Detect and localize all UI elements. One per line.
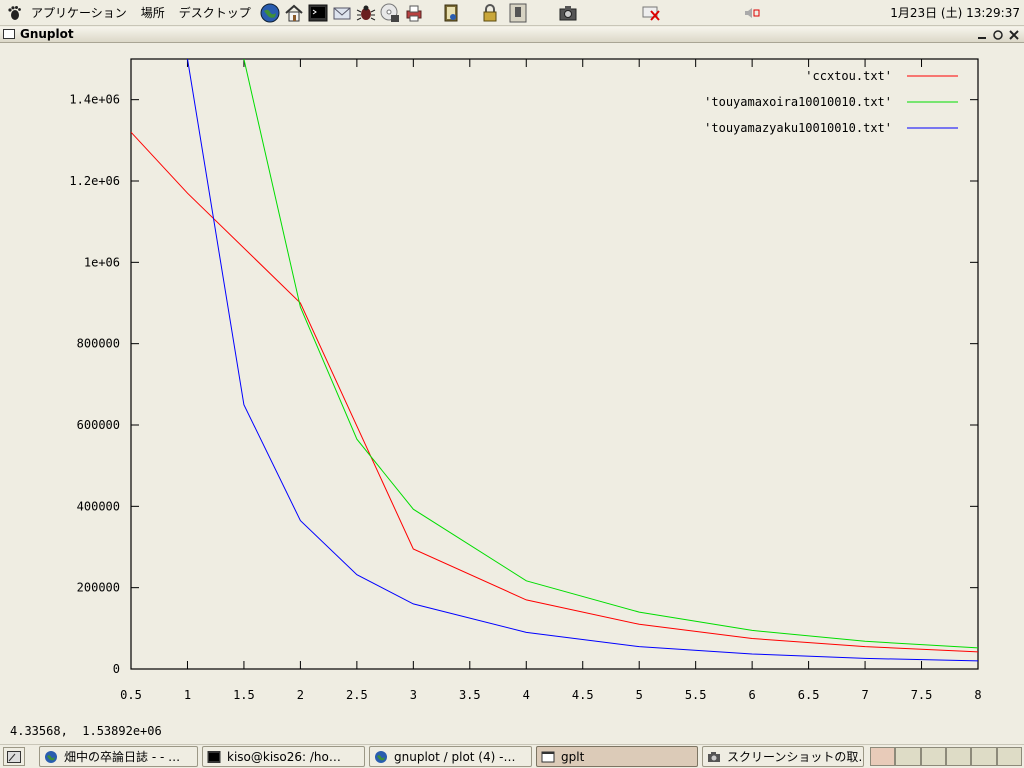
- x-tick-label: 5: [636, 688, 643, 702]
- x-tick-label: 1: [184, 688, 191, 702]
- x-tick-label: 4.5: [572, 688, 594, 702]
- workspace-2[interactable]: [895, 747, 921, 766]
- y-tick-label: 1.2e+06: [69, 174, 120, 188]
- web-browser-icon: [45, 750, 57, 763]
- task-gplt[interactable]: gplt: [536, 746, 698, 767]
- network-applet-icon[interactable]: [641, 3, 661, 23]
- task-browser-diary[interactable]: 畑中の卒論日誌 - - …: [39, 746, 198, 767]
- lock-icon[interactable]: [479, 2, 501, 24]
- window-title-bar[interactable]: Gnuplot: [0, 27, 1024, 43]
- y-tick-label: 1e+06: [84, 255, 120, 269]
- y-tick-label: 1.4e+06: [69, 93, 120, 107]
- plot-border: [130, 58, 979, 670]
- plot-canvas[interactable]: 0.5 1 1.5 2 2.5 3 3.5 4 4.5 5 5.5 6 6.5 7 7.5 8 0 200000 4…: [0, 43, 1024, 743]
- gnome-foot-icon[interactable]: [6, 5, 22, 21]
- gnuplot-chart[interactable]: 0.5 1 1.5 2 2.5 3 3.5 4 4.5 5 5.5 6 6.5 7 7.5 8 0 200000 4…: [0, 43, 1024, 743]
- menu-desktop[interactable]: デスクトップ: [172, 0, 258, 26]
- show-desktop-button[interactable]: [3, 747, 25, 766]
- bottom-taskbar: 畑中の卒論日誌 - - … kiso@kiso26: /ho… gnuplot …: [0, 744, 1024, 768]
- x-tick-label: 7.5: [911, 688, 933, 702]
- x-tick-label: 8: [974, 688, 981, 702]
- series-line-1: [131, 131, 978, 653]
- x-tick-label: 0.5: [120, 688, 142, 702]
- printer-icon[interactable]: [403, 2, 425, 24]
- camera-icon: [708, 751, 720, 762]
- legend-label-1: 'ccxtou.txt': [805, 69, 892, 83]
- clock[interactable]: 1月23日 (土) 13:29:37: [890, 0, 1020, 26]
- camera-applet-icon[interactable]: [558, 3, 578, 23]
- x-tick-label: 3.5: [459, 688, 481, 702]
- x-tick-label: 4: [523, 688, 530, 702]
- x-tick-label: 5.5: [685, 688, 707, 702]
- workspace-6[interactable]: [996, 747, 1022, 766]
- task-label: gplt: [561, 749, 585, 764]
- minimize-button[interactable]: [976, 29, 987, 40]
- x-tick-label: 3: [410, 688, 417, 702]
- menu-applications[interactable]: アプリケーション: [24, 0, 134, 26]
- task-browser-gnuplot[interactable]: gnuplot / plot (4) -…: [369, 746, 532, 767]
- mail-icon[interactable]: [331, 2, 353, 24]
- y-tick-label: 400000: [77, 499, 120, 513]
- task-terminal[interactable]: kiso@kiso26: /ho…: [202, 746, 365, 767]
- legend-label-2: 'touyamaxoira10010010.txt': [704, 95, 892, 109]
- workspace-5[interactable]: [971, 747, 997, 766]
- task-label: スクリーンショットの取…: [727, 750, 864, 764]
- top-panel: アプリケーション 場所 デスクトップ 1月23日 (土) 13:29:37: [0, 0, 1024, 26]
- x-tick-label: 2.5: [346, 688, 368, 702]
- workspace-switcher[interactable]: [870, 747, 1022, 766]
- terminal-icon[interactable]: [307, 2, 329, 24]
- menu-places[interactable]: 場所: [134, 0, 172, 26]
- web-browser-icon[interactable]: [259, 2, 281, 24]
- home-folder-icon[interactable]: [283, 2, 305, 24]
- x-tick-label: 1.5: [233, 688, 255, 702]
- legend-label-3: 'touyamazyaku10010010.txt': [704, 121, 892, 135]
- series-line-3: [187, 59, 978, 662]
- y-tick-label: 0: [113, 662, 120, 676]
- y-tick-label: 200000: [77, 581, 120, 595]
- window-menu-icon[interactable]: [3, 29, 15, 39]
- volume-icon[interactable]: [742, 3, 762, 23]
- y-tick-label: 600000: [77, 418, 120, 432]
- x-tick-label: 6.5: [798, 688, 820, 702]
- task-screenshot[interactable]: スクリーンショットの取…: [702, 746, 864, 767]
- web-browser-icon: [375, 750, 387, 763]
- x-tick-label: 2: [297, 688, 304, 702]
- x-tick-label: 7: [861, 688, 868, 702]
- window-icon: [541, 751, 555, 762]
- workspace-1[interactable]: [870, 747, 896, 766]
- terminal-icon: [207, 750, 221, 763]
- y-tick-label: 800000: [77, 337, 120, 351]
- window-title: Gnuplot: [20, 27, 74, 41]
- x-tick-label: 6: [749, 688, 756, 702]
- task-label: 畑中の卒論日誌 - - …: [64, 750, 181, 764]
- notes-icon[interactable]: [440, 2, 462, 24]
- bug-icon[interactable]: [355, 2, 377, 24]
- workspace-4[interactable]: [945, 747, 972, 766]
- series-line-2: [243, 59, 978, 649]
- maximize-button[interactable]: [992, 29, 1003, 40]
- task-label: kiso@kiso26: /ho…: [227, 749, 341, 764]
- task-label: gnuplot / plot (4) -…: [394, 749, 516, 764]
- mouse-coordinates: 4.33568, 1.53892e+06: [10, 724, 162, 738]
- close-button[interactable]: [1008, 29, 1019, 40]
- trash-applet-icon[interactable]: [508, 3, 528, 23]
- workspace-3[interactable]: [920, 747, 946, 766]
- cd-writer-icon[interactable]: [379, 2, 401, 24]
